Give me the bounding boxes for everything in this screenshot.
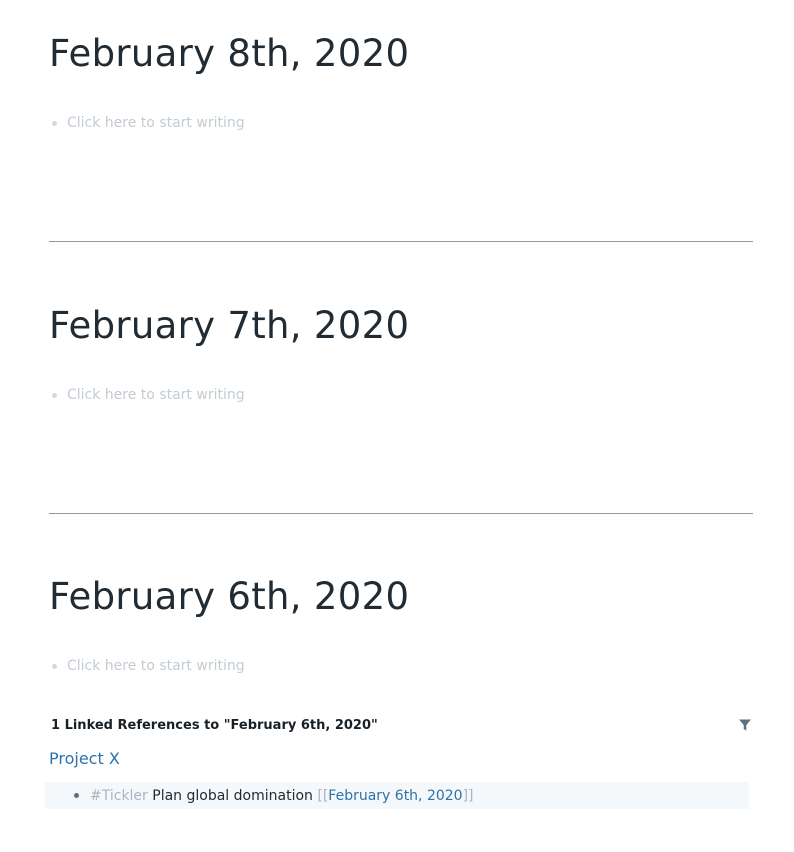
- reference-block-text[interactable]: #Tickler Plan global domination [[Februa…: [90, 788, 474, 804]
- empty-block[interactable]: Click here to start writing: [49, 385, 245, 405]
- tag-link[interactable]: #Tickler: [90, 788, 148, 804]
- daily-notes-page: February 8th, 2020 Click here to start w…: [0, 0, 794, 852]
- bullet-icon: [52, 120, 57, 126]
- empty-block[interactable]: Click here to start writing: [49, 656, 245, 676]
- bullet-icon: [52, 392, 57, 398]
- linked-references-title: 1 Linked References to "February 6th, 20…: [51, 717, 378, 733]
- daily-note-feb-6: February 6th, 2020 Click here to start w…: [49, 575, 753, 674]
- divider: [49, 513, 753, 514]
- page-title[interactable]: February 8th, 2020: [49, 32, 753, 76]
- block-text: Plan global domination: [152, 787, 313, 804]
- placeholder-text[interactable]: Click here to start writing: [67, 115, 245, 131]
- link-bracket-close: ]]: [462, 787, 474, 804]
- bullet-icon[interactable]: [74, 793, 79, 798]
- divider: [49, 241, 753, 242]
- placeholder-text[interactable]: Click here to start writing: [67, 658, 245, 674]
- empty-block[interactable]: Click here to start writing: [49, 113, 245, 133]
- reference-block[interactable]: #Tickler Plan global domination [[Februa…: [45, 782, 749, 809]
- placeholder-text[interactable]: Click here to start writing: [67, 387, 245, 403]
- reference-page-link[interactable]: Project X: [49, 749, 120, 768]
- page-title[interactable]: February 6th, 2020: [49, 575, 753, 619]
- page-title[interactable]: February 7th, 2020: [49, 304, 753, 348]
- link-bracket-open: [[: [317, 787, 329, 804]
- linked-references-header: 1 Linked References to "February 6th, 20…: [51, 714, 753, 736]
- daily-note-feb-8: February 8th, 2020 Click here to start w…: [49, 32, 753, 131]
- bullet-icon: [52, 663, 57, 669]
- page-reference-link[interactable]: February 6th, 2020: [328, 788, 462, 804]
- filter-icon[interactable]: [738, 718, 752, 732]
- daily-note-feb-7: February 7th, 2020 Click here to start w…: [49, 304, 753, 403]
